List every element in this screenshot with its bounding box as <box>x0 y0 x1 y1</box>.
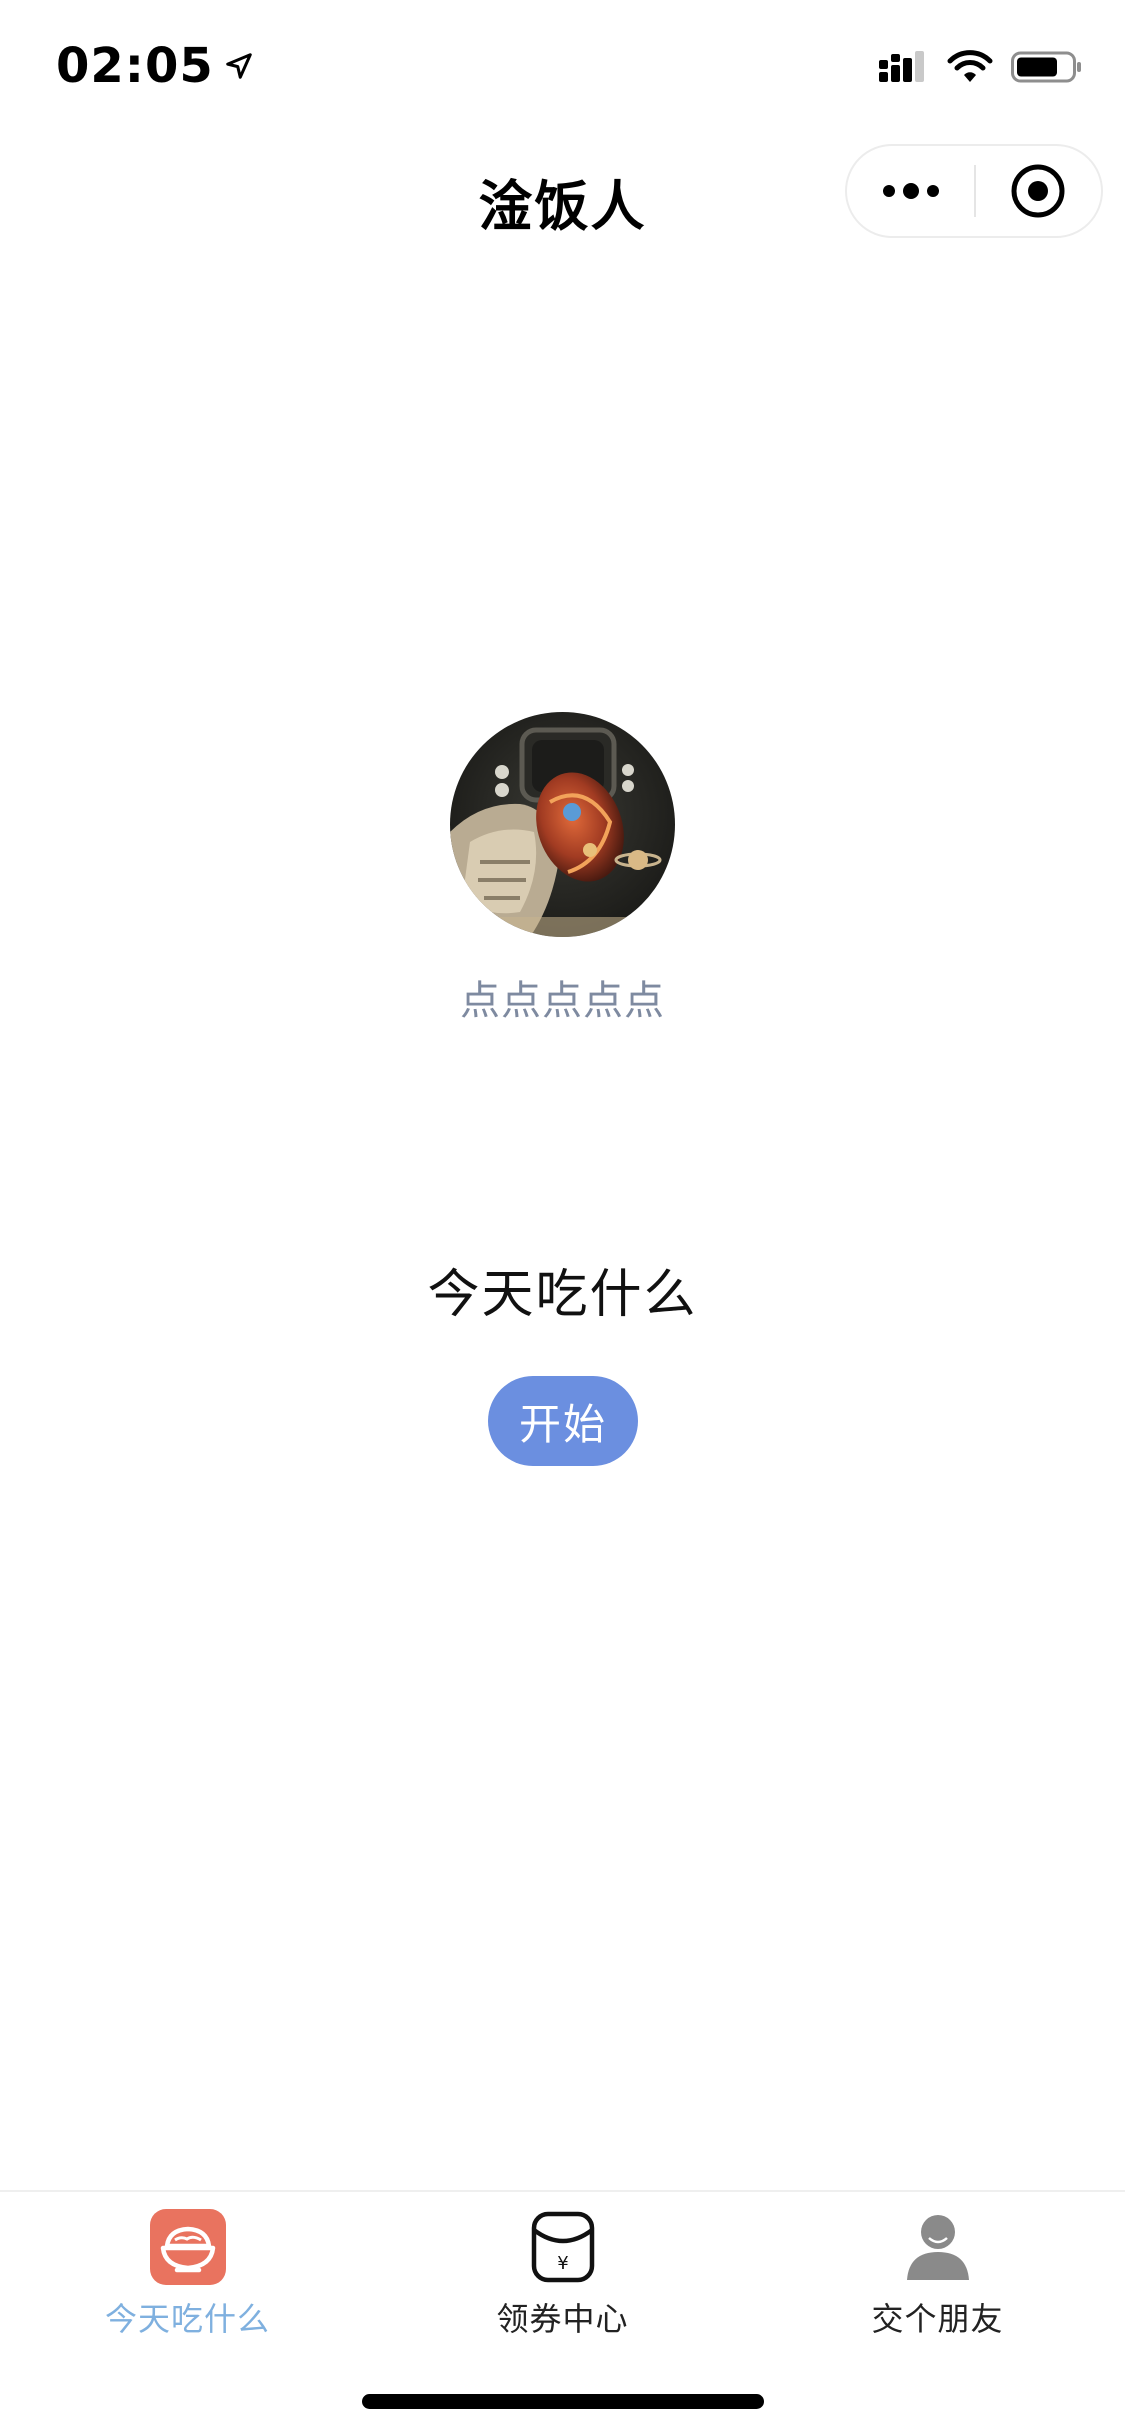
tab-label: 领券中心 <box>496 2300 629 2338</box>
main-question: 今天吃什么 <box>427 1265 698 1325</box>
start-button[interactable]: 开始 <box>488 1376 638 1466</box>
tab-label: 交个朋友 <box>871 2300 1004 2338</box>
more-button[interactable] <box>847 146 974 236</box>
status-icons <box>879 50 1083 84</box>
rice-bowl-icon <box>149 2209 226 2285</box>
user-nickname: 点点点点点 <box>460 978 665 1024</box>
avatar[interactable] <box>450 712 675 937</box>
tab-what-to-eat[interactable]: 今天吃什么 <box>0 2202 375 2352</box>
signal-icon <box>879 51 924 82</box>
tab-label: 今天吃什么 <box>104 2300 270 2338</box>
more-dots-icon <box>882 183 939 199</box>
close-target-icon <box>1011 164 1065 218</box>
status-time: 02:05 <box>56 38 254 94</box>
person-icon <box>906 2215 969 2280</box>
nav-bar: 淦饭人 <box>0 132 1125 252</box>
mini-program-capsule <box>845 144 1103 238</box>
wifi-icon <box>947 50 993 82</box>
svg-text:¥: ¥ <box>557 2253 568 2274</box>
battery-icon <box>1011 51 1081 83</box>
location-arrow-icon <box>226 53 252 79</box>
close-button[interactable] <box>976 146 1101 236</box>
status-bar: 02:05 <box>0 0 1125 132</box>
home-indicator[interactable] <box>362 2394 764 2409</box>
avatar-image <box>450 712 675 937</box>
coupon-bag-icon: ¥ <box>531 2211 594 2283</box>
tab-coupon-center[interactable]: ¥ 领券中心 <box>375 2202 750 2352</box>
status-time-text: 02:05 <box>56 38 214 94</box>
tab-make-friends[interactable]: 交个朋友 <box>750 2202 1125 2352</box>
